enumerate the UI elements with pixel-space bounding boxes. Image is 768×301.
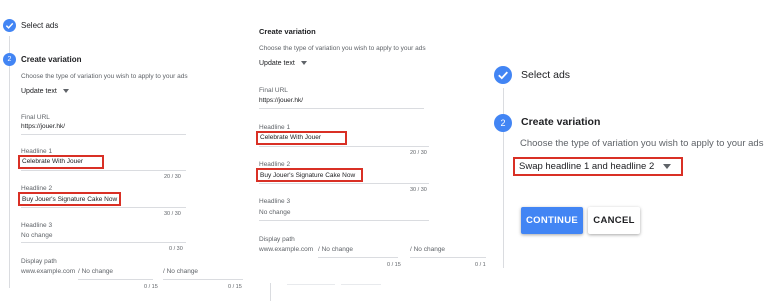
panel-2-path-2-input[interactable]: / No change [410,246,445,253]
path-2-input[interactable]: / No change [163,268,198,275]
panel-2-stepper-line [270,283,271,301]
path-2-underline [163,279,243,280]
headline-1-highlight [18,155,104,169]
headline-1-label: Headline 1 [21,148,53,155]
panel-2-path-1-input[interactable]: / No change [318,246,353,253]
panel-2-path-1-char-count: 0 / 15 [387,262,401,268]
panel-2-headline-1-underline [259,146,429,147]
dropdown-value: Update text [21,88,57,95]
panel-2-variation-dropdown[interactable]: Update text [259,60,307,67]
panel-2-headline-1-label: Headline 1 [259,124,291,131]
panel-2-title: Create variation [259,27,316,36]
panel-2-final-url-label: Final URL [259,87,288,94]
panel-2-headline-3-underline [259,220,429,221]
variation-description: Choose the type of variation you wish to… [21,73,188,80]
headline-1-char-count: 20 / 30 [164,174,181,180]
panel-2-headline-3-input[interactable]: No change [259,209,290,216]
step-1-label[interactable]: Select ads [21,21,58,30]
panel-2-headline-1-char-count: 20 / 30 [410,150,427,156]
panel-3-step-2-label: Create variation [521,116,601,128]
panel-2-dropdown-value: Update text [259,60,295,67]
panel-2-description: Choose the type of variation you wish to… [259,45,426,52]
panel-2-button-shadow-2 [341,284,381,285]
panel-2-headline-2-char-count: 30 / 30 [410,187,427,193]
cancel-button-label: CANCEL [593,215,635,226]
display-path-domain: www.example.com [21,268,76,275]
continue-button-label: CONTINUE [525,215,578,226]
panel-2-display-path-label: Display path [259,236,295,243]
headline-1-underline [21,170,186,171]
panel-2-headline-2-label: Headline 2 [259,161,291,168]
panel-2-headline-3-label: Headline 3 [259,198,291,205]
stepper-line [9,36,10,288]
panel-2-path-2-underline [410,257,486,258]
headline-2-underline [21,207,186,208]
panel-2-path-1-underline [318,257,398,258]
display-path-label: Display path [21,258,57,265]
panel-3-step-1-label[interactable]: Select ads [521,69,570,81]
continue-button[interactable]: CONTINUE [521,207,583,234]
panel-2-headline-1-highlight [256,131,347,145]
cancel-button[interactable]: CANCEL [588,207,640,234]
headline-2-char-count: 30 / 30 [164,211,181,217]
step-2-number: 2 [3,53,16,66]
path-1-char-count: 0 / 15 [144,284,158,290]
headline-2-highlight [18,192,121,206]
step-2-label: Create variation [21,55,82,64]
path-2-char-count: 0 / 15 [228,284,242,290]
panel-3-variation-description: Choose the type of variation you wish to… [520,138,764,149]
path-1-input[interactable]: / No change [78,268,113,275]
headline-3-input[interactable]: No change [21,232,52,239]
headline-3-char-count: 0 / 30 [169,246,183,252]
headline-2-label: Headline 2 [21,185,53,192]
chevron-down-icon [300,61,307,66]
check-icon [5,22,14,29]
panel-2-final-url-value[interactable]: https://jouer.hk/ [259,97,303,104]
panel-3-dropdown-highlight [513,157,683,176]
path-1-underline [78,279,153,280]
headline-3-underline [21,242,186,243]
panel-3-step-1-check-icon [494,66,512,84]
variation-type-dropdown[interactable]: Update text [21,88,69,95]
step-2-number-text: 2 [7,56,12,63]
panel-2-path-2-char-count: 0 / 1 [475,262,486,268]
panel-2-headline-2-underline [259,183,429,184]
panel-3-step-2-number: 2 [494,114,512,132]
headline-3-label: Headline 3 [21,222,53,229]
step-1-check-icon [3,19,16,32]
final-url-underline [21,134,186,135]
panel-2-button-shadow-1 [287,284,335,285]
check-icon [498,71,508,80]
panel-2-headline-2-highlight [256,168,363,182]
chevron-down-icon [62,89,69,94]
final-url-label: Final URL [21,114,50,121]
final-url-value[interactable]: https://jouer.hk/ [21,123,65,130]
panel-3-step-2-number-text: 2 [500,118,506,128]
panel-2-display-path-domain: www.example.com [259,246,314,253]
panel-2-final-url-underline [259,108,424,109]
